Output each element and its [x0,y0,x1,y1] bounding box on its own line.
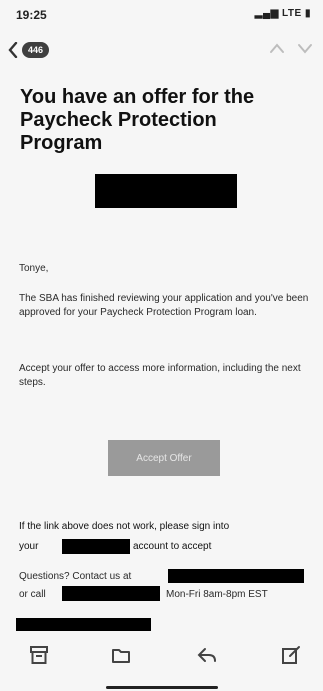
network-type: LTE [282,8,302,19]
redacted-block [62,586,160,601]
battery-icon: ▮ [304,8,311,19]
archive-icon[interactable] [28,644,50,666]
redacted-block [16,618,151,631]
fallback-line-1: If the link above does not work, please … [19,521,230,532]
status-bar: 19:25 ▂▄▆ LTE ▮ [0,0,323,30]
reply-icon[interactable] [196,644,218,666]
compose-icon[interactable] [280,644,302,666]
fallback-line-2: account to accept [133,541,212,552]
support-hours: Mon-Fri 8am-8pm EST [166,589,268,600]
previous-message-icon[interactable] [269,42,285,54]
email-paragraph: The SBA has finished reviewing your appl… [19,293,309,318]
or-call-label: or call [19,589,46,600]
email-greeting: Tonye, [19,263,49,274]
questions-label: Questions? Contact us at [19,571,132,582]
email-subject: You have an offer for the Paycheck Prote… [20,86,255,154]
mail-toolbar [0,638,323,674]
mail-nav-bar: 446 [0,36,323,66]
back-button[interactable]: 446 [8,39,50,61]
redacted-block [168,569,304,583]
status-indicators: ▂▄▆ LTE ▮ [255,8,311,19]
fallback-your: your [19,541,39,552]
redacted-block [95,174,237,208]
next-message-icon[interactable] [297,42,313,54]
email-paragraph: Accept your offer to access more informa… [19,363,301,388]
accept-offer-button[interactable]: Accept Offer [108,440,220,476]
chevron-left-icon [8,42,18,58]
folder-icon[interactable] [110,644,132,666]
home-indicator[interactable] [106,686,218,689]
status-time: 19:25 [16,8,47,22]
redacted-block [62,539,130,554]
signal-icon: ▂▄▆ [254,8,279,19]
unread-count-badge: 446 [22,42,50,58]
